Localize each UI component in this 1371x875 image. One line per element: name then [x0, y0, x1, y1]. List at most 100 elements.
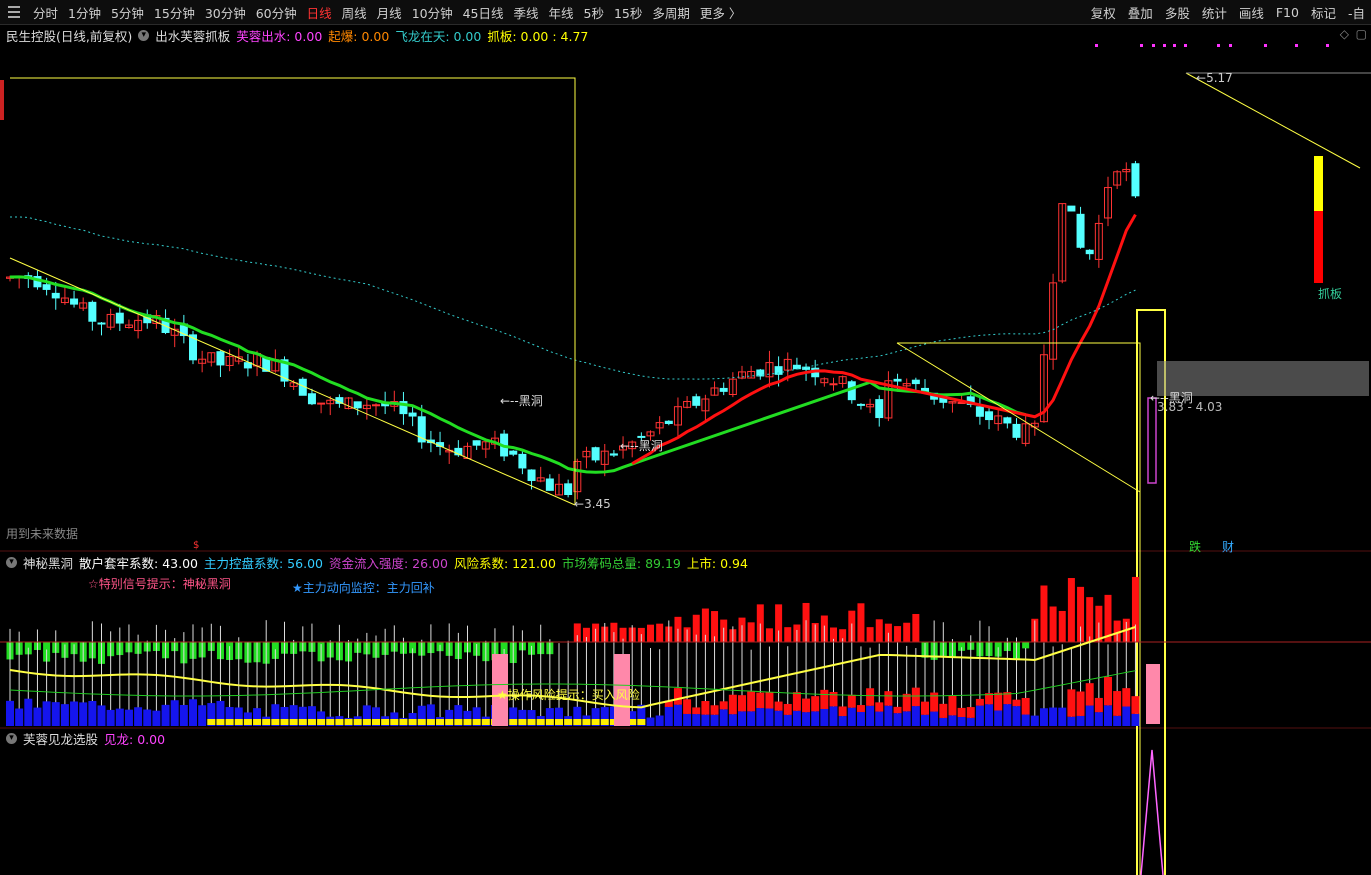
mid-red-stack: [1113, 691, 1122, 716]
mid-yellow-block: [344, 719, 353, 725]
mid-red-stack: [866, 688, 875, 706]
signal-dot: [1152, 44, 1155, 47]
mid-blue-bar: [1122, 706, 1131, 726]
mid-red-stack: [921, 701, 929, 715]
candle-body: [1076, 213, 1085, 248]
mid-red-stack: [783, 703, 792, 715]
mid-red-stack: [802, 698, 811, 713]
candle-body: [564, 483, 573, 496]
mid-red-bar: [903, 622, 911, 642]
mid-yellow-block: [271, 719, 280, 725]
mid-blue-bar: [985, 704, 994, 726]
mid-red-stack: [820, 689, 829, 709]
mid-yellow-block: [527, 719, 536, 725]
mid-blue-bar: [921, 714, 929, 726]
mid-yellow-block: [481, 719, 490, 725]
signal-dot: [1140, 44, 1143, 47]
mid-yellow-block: [262, 719, 271, 725]
left-edge-marker: [0, 80, 4, 120]
mid-red-stack: [765, 692, 774, 709]
mid-yellow-block: [243, 719, 252, 725]
mid-blue-bar: [710, 714, 719, 726]
mid-red-stack: [701, 701, 710, 715]
grab-bar-red: [1314, 211, 1323, 283]
indicator-dropdown-icon-2[interactable]: ▾: [6, 556, 17, 568]
mid-blue-bar: [1131, 713, 1140, 726]
mid-red-stack: [994, 692, 1003, 711]
indicator-dropdown-icon-3[interactable]: ▾: [6, 732, 17, 744]
mid-yellow-block: [216, 719, 225, 725]
mid-blue-bar: [930, 711, 939, 726]
mid-blue-bar: [143, 709, 152, 726]
mid-yellow-block: [564, 719, 573, 725]
middle-value-0: 散户套牢系数: 43.00: [79, 555, 198, 571]
candle-body: [545, 478, 554, 491]
mid-yellow-block: [463, 719, 472, 725]
black-hole-label-2: ←--黑洞: [620, 439, 663, 453]
mid-blue-bar: [802, 712, 811, 726]
mid-red-stack: [884, 691, 893, 706]
mid-blue-bar: [97, 705, 106, 726]
mid-red-bar: [765, 628, 773, 642]
mid-red-bar: [747, 622, 755, 642]
candle-body: [472, 440, 481, 446]
mid-yellow-block: [289, 719, 298, 725]
mid-blue-bar: [811, 711, 820, 726]
mid-red-bar: [647, 624, 654, 642]
mid-blue-bar: [847, 707, 856, 726]
mid-yellow-block: [536, 719, 545, 725]
mid-blue-bar: [1076, 715, 1085, 726]
mid-yellow-block: [399, 719, 408, 725]
mid-red-stack: [939, 703, 948, 718]
mid-blue-bar: [179, 704, 188, 726]
mid-yellow-block: [372, 719, 380, 725]
mid-red-bar: [912, 613, 920, 642]
mid-blue-bar: [893, 713, 902, 726]
mid-blue-bar: [747, 711, 756, 726]
mid-yellow-block: [253, 719, 262, 725]
mid-blue-bar: [966, 717, 975, 726]
mid-red-stack: [948, 695, 957, 716]
mid-red-bar: [1049, 606, 1057, 642]
mid-yellow-block: [445, 719, 454, 725]
middle-indicator-name[interactable]: 神秘黑洞: [23, 553, 73, 572]
mid-blue-bar: [1021, 714, 1030, 726]
mid-red-bar: [857, 603, 865, 642]
mid-blue-bar: [79, 702, 88, 726]
mid-blue-bar: [1085, 705, 1094, 726]
mid-blue-bar: [673, 704, 682, 726]
mid-red-stack: [1094, 697, 1103, 713]
mid-blue-bar: [701, 714, 710, 726]
mid-blue-bar: [6, 700, 14, 726]
candle-body: [97, 322, 106, 325]
mid-red-stack: [1104, 676, 1112, 706]
candle-body: [719, 387, 728, 392]
candle-body: [893, 378, 902, 382]
candle-body: [856, 403, 865, 406]
mid-blue-bar: [1094, 712, 1103, 726]
signal-dot: [1163, 44, 1166, 47]
ma-red-line: [631, 213, 1137, 465]
mid-blue-bar: [683, 713, 692, 726]
mid-red-bar: [875, 619, 883, 642]
mid-red-stack: [829, 691, 838, 707]
mid-yellow-block: [298, 719, 307, 725]
yellow-trend-down: [9, 257, 576, 506]
mid-red-stack: [719, 701, 728, 710]
signal-dot: [1229, 44, 1232, 47]
bottom-indicator-name[interactable]: 芙蓉见龙选股: [23, 729, 98, 748]
kline-chart[interactable]: [0, 0, 1371, 875]
mid-red-stack: [838, 706, 847, 717]
mid-blue-bar: [875, 711, 884, 726]
mid-yellow-block: [573, 719, 582, 725]
mid-yellow-block: [326, 719, 335, 725]
mid-blue-bar: [1012, 706, 1021, 726]
candle-body: [527, 469, 536, 481]
mid-blue-bar: [692, 714, 701, 726]
candle-body: [42, 284, 51, 290]
yellow-box-2: [897, 342, 1141, 875]
mid-red-stack: [1076, 691, 1085, 716]
mid-yellow-block: [234, 719, 243, 725]
dragon-spike: [1140, 749, 1164, 875]
mid-yellow-block: [408, 719, 417, 725]
